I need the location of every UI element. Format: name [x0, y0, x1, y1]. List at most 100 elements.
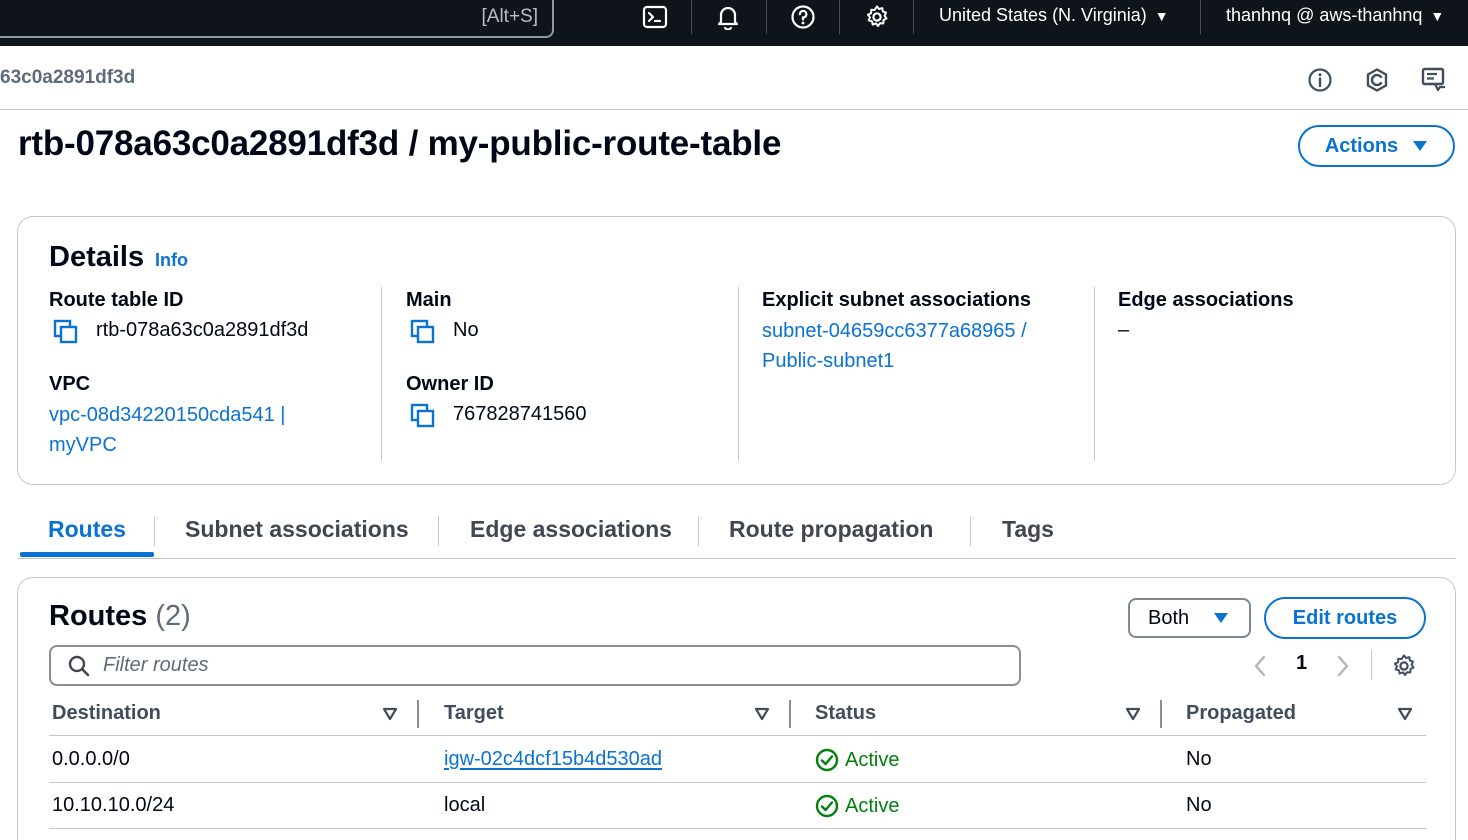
routes-count: (2)	[155, 600, 191, 632]
route-status: Active	[815, 794, 899, 818]
sort-caret-icon[interactable]	[1397, 706, 1413, 722]
breadcrumb-bar: 63c0a2891df3d	[0, 46, 1468, 110]
nav-divider	[839, 0, 840, 34]
sort-caret-icon[interactable]	[1125, 706, 1141, 722]
nav-divider	[766, 0, 767, 34]
owner-id-value: 767828741560	[453, 403, 587, 425]
vpc-link[interactable]: vpc-08d34220150cda541 | myVPC	[49, 400, 286, 460]
explicit-subnet-link[interactable]: subnet-04659cc6377a68965 / Public-subnet…	[762, 316, 1027, 376]
explicit-subnet-line2: Public-subnet1	[762, 350, 895, 372]
route-propagated: No	[1186, 748, 1212, 770]
route-target: local	[444, 794, 486, 816]
filter-routes-field[interactable]	[49, 645, 1021, 686]
current-page-number[interactable]: 1	[1296, 652, 1307, 675]
page-title: rtb-078a63c0a2891df3d / my-public-route-…	[18, 124, 782, 163]
account-label: thanhnq @ aws-thanhnq	[1226, 5, 1423, 25]
tab-divider	[154, 516, 155, 546]
column-header-destination[interactable]: Destination	[52, 702, 161, 725]
explicit-subnet-line1: subnet-04659cc6377a68965 /	[762, 320, 1027, 342]
copy-icon[interactable]	[410, 319, 436, 345]
tab-divider	[970, 516, 971, 546]
tab-routes[interactable]: Routes	[48, 516, 126, 543]
region-selector[interactable]: United States (N. Virginia) ▼	[939, 5, 1169, 26]
chevron-right-icon[interactable]	[1334, 654, 1352, 678]
route-target-link[interactable]: igw-02c4dcf15b4d530ad	[444, 748, 662, 771]
caret-down-icon: ▼	[1154, 7, 1169, 24]
main-value: No	[453, 319, 479, 341]
account-menu[interactable]: thanhnq @ aws-thanhnq ▼	[1226, 5, 1444, 26]
propagation-filter-select[interactable]: Both	[1128, 598, 1251, 638]
column-resizer[interactable]	[417, 700, 419, 728]
column-resizer[interactable]	[789, 700, 791, 728]
tab-divider	[438, 516, 439, 546]
tab-divider	[698, 516, 699, 546]
column-header-propagated[interactable]: Propagated	[1186, 702, 1296, 725]
edge-associations-value: –	[1118, 319, 1130, 341]
search-box[interactable]: [Alt+S]	[0, 0, 554, 38]
settings-gear-icon[interactable]	[852, 0, 902, 34]
route-status-label: Active	[845, 748, 900, 771]
sort-caret-icon[interactable]	[382, 706, 398, 722]
row-divider	[49, 782, 1426, 783]
column-divider	[1094, 287, 1095, 461]
active-tab-indicator	[20, 552, 154, 557]
help-icon[interactable]	[778, 0, 828, 34]
column-resizer[interactable]	[1160, 700, 1162, 728]
tab-tags[interactable]: Tags	[1002, 516, 1054, 543]
breadcrumb-current: 63c0a2891df3d	[0, 67, 136, 88]
details-heading: Details	[49, 241, 145, 273]
explicit-subnet-label: Explicit subnet associations	[762, 289, 1031, 311]
nav-divider	[691, 0, 692, 34]
search-icon	[68, 655, 90, 676]
main-label: Main	[406, 289, 452, 311]
notifications-icon[interactable]	[703, 0, 753, 34]
column-header-target[interactable]: Target	[444, 702, 504, 725]
table-settings-gear-icon[interactable]	[1391, 653, 1417, 679]
tab-bar: Routes Subnet associations Edge associat…	[17, 508, 1456, 559]
success-check-icon	[815, 748, 839, 772]
nav-divider	[1200, 0, 1201, 34]
caret-down-icon	[1413, 141, 1428, 151]
edge-associations-label: Edge associations	[1118, 289, 1294, 311]
copy-icon[interactable]	[53, 319, 79, 345]
column-divider	[738, 287, 739, 461]
vpc-label: VPC	[49, 373, 91, 395]
success-check-icon	[815, 794, 839, 818]
nav-divider	[913, 0, 914, 34]
propagation-filter-value: Both	[1148, 606, 1190, 629]
actions-button[interactable]: Actions	[1298, 125, 1455, 167]
actions-button-label: Actions	[1324, 134, 1399, 157]
region-label: United States (N. Virginia)	[939, 5, 1147, 25]
security-shield-icon[interactable]	[1363, 66, 1391, 94]
details-info-link[interactable]: Info	[155, 250, 188, 271]
sort-caret-icon[interactable]	[754, 706, 770, 722]
route-propagated: No	[1186, 794, 1212, 816]
cloudshell-icon[interactable]	[630, 0, 680, 34]
feedback-monitor-icon[interactable]	[1420, 66, 1448, 94]
chevron-left-icon[interactable]	[1251, 654, 1269, 678]
route-destination: 10.10.10.0/24	[52, 794, 175, 816]
tab-subnet-associations[interactable]: Subnet associations	[185, 516, 409, 543]
vpc-link-line2: myVPC	[49, 434, 117, 456]
edit-routes-button[interactable]: Edit routes	[1264, 597, 1426, 639]
route-table-id-label: Route table ID	[49, 289, 184, 311]
route-status: Active	[815, 748, 899, 772]
tab-route-propagation[interactable]: Route propagation	[729, 516, 933, 543]
route-table-id-value: rtb-078a63c0a2891df3d	[96, 319, 309, 341]
copy-icon[interactable]	[410, 403, 436, 429]
caret-down-icon: ▼	[1430, 7, 1445, 24]
route-destination: 0.0.0.0/0	[52, 748, 130, 770]
details-panel: Details Info Route table ID rtb-078a63c0…	[17, 216, 1456, 485]
routes-heading: Routes (2)	[49, 600, 191, 633]
search-shortcut-hint: [Alt+S]	[481, 6, 539, 27]
top-navigation: [Alt+S] United States (N. Virginia) ▼ th…	[0, 0, 1468, 46]
filter-routes-input[interactable]	[103, 654, 983, 677]
routes-panel: Routes (2) Both Edit routes 1 Destinatio…	[17, 577, 1456, 840]
routes-title: Routes	[49, 600, 148, 632]
row-divider	[49, 828, 1426, 829]
info-circle-icon[interactable]	[1306, 66, 1334, 94]
tab-edge-associations[interactable]: Edge associations	[470, 516, 672, 543]
column-divider	[381, 287, 382, 461]
column-header-status[interactable]: Status	[815, 702, 876, 725]
route-status-label: Active	[845, 794, 900, 817]
